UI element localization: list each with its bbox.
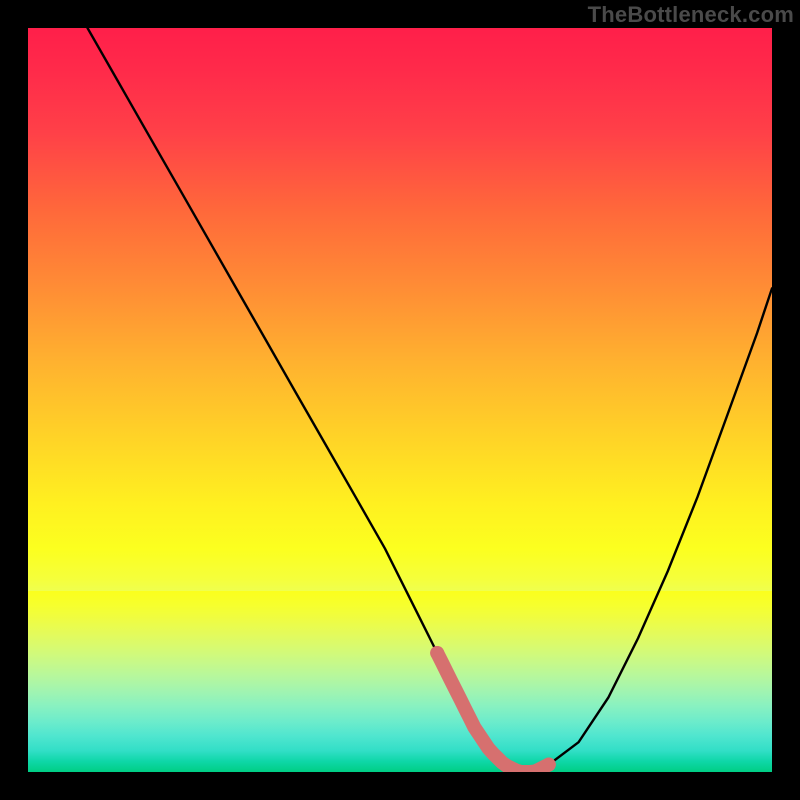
- highlight-end-dot-right: [542, 758, 556, 772]
- bottleneck-curve-line: [88, 28, 773, 772]
- chart-frame: TheBottleneck.com: [0, 0, 800, 800]
- highlight-end-dot-left: [430, 646, 444, 660]
- chart-svg: [28, 28, 772, 772]
- chart-plot-area: [28, 28, 772, 772]
- highlight-stroke: [437, 653, 549, 772]
- watermark-text: TheBottleneck.com: [588, 2, 794, 28]
